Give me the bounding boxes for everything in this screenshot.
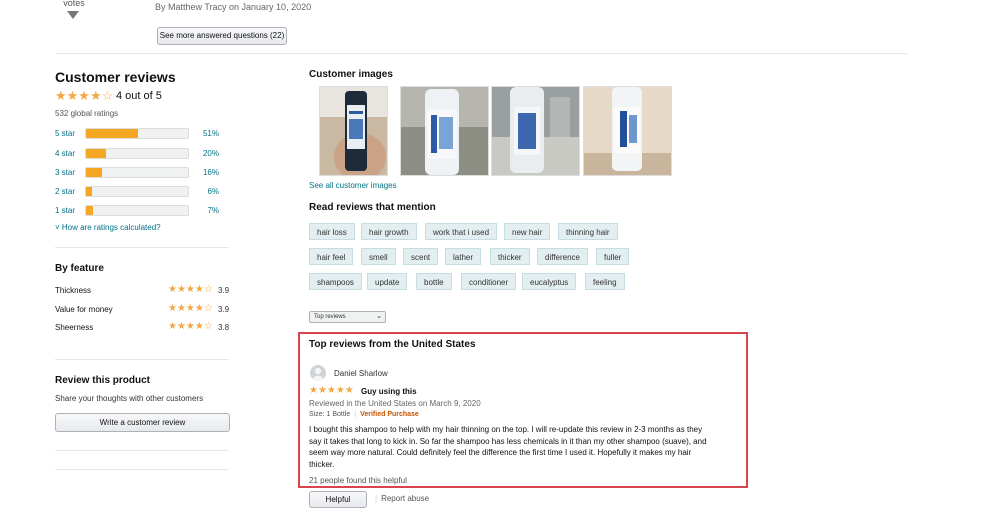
- histogram-row-3[interactable]: 3 star 16%: [55, 167, 225, 179]
- feature-stars-icon: ★★★★☆: [168, 303, 213, 314]
- product-size[interactable]: Size: 1 Bottle: [309, 411, 350, 418]
- customer-image-thumbnail[interactable]: [400, 86, 489, 176]
- overall-stars-icon[interactable]: ★★★★☆: [55, 88, 113, 104]
- report-abuse-link[interactable]: Report abuse: [381, 494, 429, 503]
- histogram-bar[interactable]: [85, 186, 189, 197]
- histogram-row-4[interactable]: 4 star 20%: [55, 148, 225, 160]
- customer-image-thumbnail[interactable]: [491, 86, 580, 176]
- histogram-label[interactable]: 4 star: [55, 149, 75, 158]
- feature-name: Value for money: [55, 305, 113, 314]
- histogram-bar[interactable]: [85, 167, 189, 178]
- histogram-bar[interactable]: [85, 205, 189, 216]
- write-review-button[interactable]: Write a customer review: [55, 413, 230, 432]
- customer-image-thumbnail[interactable]: [583, 86, 672, 176]
- chevron-down-icon: ˅: [55, 223, 62, 232]
- votes-label: votes: [63, 0, 85, 8]
- feature-name: Sheerness: [55, 323, 94, 332]
- mention-chip[interactable]: smell: [361, 248, 396, 265]
- mention-chip[interactable]: hair growth: [361, 223, 417, 240]
- helpful-button[interactable]: Helpful: [309, 491, 367, 508]
- see-more-questions-button[interactable]: See more answered questions (22): [157, 27, 287, 45]
- histogram-percent[interactable]: 6%: [199, 187, 219, 196]
- how-ratings-calculated-link[interactable]: ˅ How are ratings calculated?: [55, 223, 161, 232]
- mention-chip[interactable]: new hair: [504, 223, 551, 240]
- customer-images-title: Customer images: [309, 69, 393, 80]
- sort-dropdown[interactable]: Top reviews ⌄: [309, 311, 386, 323]
- shampoo-bottle-photo: [401, 87, 488, 175]
- mention-chip[interactable]: hair feel: [309, 248, 354, 265]
- mention-chip[interactable]: difference: [537, 248, 588, 265]
- histogram-row-1[interactable]: 1 star 7%: [55, 205, 225, 217]
- review-meta: Size: 1 Bottle | Verified Purchase: [309, 411, 419, 418]
- histogram-label[interactable]: 1 star: [55, 206, 75, 215]
- mentions-title: Read reviews that mention: [309, 202, 436, 213]
- user-silhouette-icon: [312, 367, 324, 381]
- histogram-label[interactable]: 3 star: [55, 168, 75, 177]
- mention-chip[interactable]: conditioner: [461, 273, 517, 290]
- mention-chip[interactable]: thicker: [490, 248, 530, 265]
- mention-chip[interactable]: scent: [403, 248, 439, 265]
- separator: |: [375, 494, 378, 503]
- sort-selected-value: Top reviews: [314, 314, 346, 320]
- vote-down-arrow-icon[interactable]: [67, 11, 79, 19]
- divider: [55, 359, 229, 360]
- by-feature-title: By feature: [55, 263, 104, 274]
- report-abuse: | Report abuse: [375, 494, 429, 503]
- mention-chip[interactable]: eucalyptus: [522, 273, 577, 290]
- histogram-label[interactable]: 5 star: [55, 129, 75, 138]
- global-ratings-count: 532 global ratings: [55, 109, 119, 118]
- share-thoughts-text: Share your thoughts with other customers: [55, 394, 204, 403]
- separator: |: [354, 411, 357, 418]
- review-body: I bought this shampoo to help with my ha…: [309, 425, 707, 469]
- histogram-label[interactable]: 2 star: [55, 187, 75, 196]
- mention-chip[interactable]: thinning hair: [558, 223, 618, 240]
- mention-chip[interactable]: feeling: [585, 273, 625, 290]
- mention-chip[interactable]: lather: [445, 248, 482, 265]
- feature-value: 3.9: [218, 286, 230, 295]
- histogram-percent[interactable]: 16%: [199, 168, 219, 177]
- mention-chip[interactable]: work that i used: [425, 223, 498, 240]
- mention-chip[interactable]: update: [367, 273, 408, 290]
- reviewer-name[interactable]: Daniel Sharlow: [334, 369, 388, 378]
- mention-chip[interactable]: fuller: [596, 248, 630, 265]
- customer-reviews-title: Customer reviews: [55, 69, 176, 85]
- shampoo-bottle-photo: [320, 87, 387, 175]
- histogram-bar[interactable]: [85, 128, 189, 139]
- top-reviews-title: Top reviews from the United States: [309, 339, 476, 350]
- mention-chip[interactable]: shampoos: [309, 273, 362, 290]
- mention-chip[interactable]: bottle: [416, 273, 452, 290]
- divider: [55, 469, 229, 470]
- histogram-percent[interactable]: 7%: [199, 206, 219, 215]
- overall-rating-text: 4 out of 5: [116, 90, 162, 102]
- histogram-percent[interactable]: 20%: [199, 149, 219, 158]
- how-calculated-label[interactable]: How are ratings calculated?: [62, 223, 161, 232]
- section-divider: [56, 53, 907, 54]
- avatar[interactable]: [310, 365, 326, 381]
- answer-author: By Matthew Tracy on January 10, 2020: [155, 2, 312, 12]
- feature-stars-icon: ★★★★☆: [168, 284, 213, 295]
- feature-stars-icon: ★★★★☆: [168, 321, 213, 332]
- feature-name: Thickness: [55, 286, 92, 295]
- review-stars-icon[interactable]: ★★★★★: [309, 385, 354, 396]
- histogram-percent[interactable]: 51%: [199, 129, 219, 138]
- review-headline[interactable]: Guy using this: [361, 387, 417, 396]
- feature-value: 3.8: [218, 323, 230, 332]
- helpful-count: 21 people found this helpful: [309, 476, 407, 485]
- histogram-row-2[interactable]: 2 star 6%: [55, 186, 225, 198]
- feature-value: 3.9: [218, 305, 230, 314]
- chevron-down-icon: ⌄: [376, 313, 382, 320]
- histogram-bar[interactable]: [85, 148, 189, 159]
- shampoo-bottle-photo: [584, 87, 671, 175]
- review-this-product-title: Review this product: [55, 375, 151, 386]
- review-date: Reviewed in the United States on March 9…: [309, 399, 481, 408]
- histogram-row-5[interactable]: 5 star 51%: [55, 128, 225, 140]
- shampoo-bottle-photo: [492, 87, 579, 175]
- divider: [55, 450, 229, 451]
- see-all-images-link[interactable]: See all customer images: [309, 181, 397, 190]
- mention-chip[interactable]: hair loss: [309, 223, 355, 240]
- divider: [55, 247, 229, 248]
- verified-purchase-badge: Verified Purchase: [360, 411, 419, 418]
- customer-image-thumbnail[interactable]: [319, 86, 388, 176]
